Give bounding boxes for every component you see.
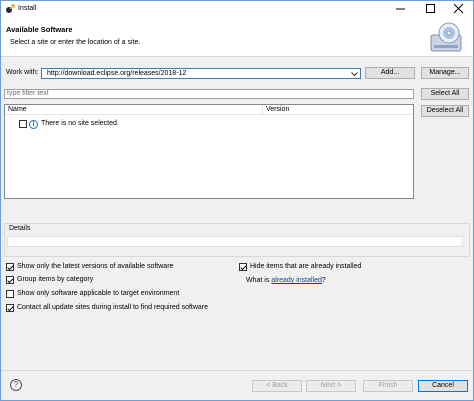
- deselect-all-button[interactable]: Deselect All: [421, 105, 469, 117]
- manage-button[interactable]: Manage...: [421, 67, 469, 79]
- what-is-suffix: ?: [321, 277, 326, 284]
- filter-placeholder: type filter text: [7, 90, 49, 97]
- hide-installed-checkbox[interactable]: [239, 263, 247, 271]
- cd-install-icon: [430, 22, 462, 52]
- minimize-button[interactable]: [387, 1, 415, 17]
- header-banner: Available Software Select a site or ente…: [1, 17, 473, 57]
- column-header-name[interactable]: Name: [5, 105, 263, 115]
- info-icon: i: [29, 120, 38, 129]
- contact-sites-label: Contact all update sites during install …: [17, 304, 209, 311]
- what-is-prefix: What is: [246, 277, 272, 284]
- finish-button[interactable]: Finish: [363, 380, 413, 392]
- row-checkbox[interactable]: [19, 120, 27, 128]
- back-button[interactable]: < Back: [252, 380, 302, 392]
- minimize-icon: [396, 8, 405, 10]
- latest-versions-label: Show only the latest versions of availab…: [17, 263, 174, 270]
- latest-versions-checkbox[interactable]: [6, 263, 14, 271]
- hide-installed-label: Hide items that are already installed: [250, 263, 362, 270]
- cancel-button[interactable]: Cancel: [418, 380, 468, 392]
- eclipse-install-icon: [6, 4, 15, 13]
- details-text-area[interactable]: [7, 236, 465, 247]
- next-button[interactable]: Next >: [306, 380, 356, 392]
- work-with-value: http://download.eclipse.org/releases/201…: [47, 70, 187, 77]
- footer-divider: [1, 370, 473, 371]
- group-by-category-label: Group items by category: [17, 276, 94, 283]
- chevron-down-icon: [351, 72, 358, 77]
- page-title: Available Software: [6, 25, 73, 34]
- column-header-version[interactable]: Version: [263, 105, 413, 115]
- contact-sites-checkbox[interactable]: [6, 304, 14, 312]
- page-subtitle: Select a site or enter the location of a…: [10, 39, 141, 46]
- help-icon[interactable]: ?: [10, 379, 22, 391]
- install-window: Install Available Software Select a site…: [0, 0, 474, 401]
- maximize-icon: [426, 4, 435, 13]
- target-env-checkbox[interactable]: [6, 290, 14, 298]
- work-with-combo[interactable]: http://download.eclipse.org/releases/201…: [41, 68, 361, 79]
- close-icon: [454, 4, 464, 14]
- select-all-button[interactable]: Select All: [421, 88, 469, 100]
- what-is-installed-text: What is already installed?: [246, 277, 326, 284]
- already-installed-link[interactable]: already installed: [271, 277, 322, 284]
- row-name: There is no site selected.: [41, 120, 119, 127]
- details-scrollbar[interactable]: [461, 237, 467, 246]
- filter-input[interactable]: type filter text: [4, 89, 414, 99]
- details-group: Details: [4, 223, 470, 257]
- work-with-label: Work with:: [6, 69, 39, 76]
- target-env-label: Show only software applicable to target …: [17, 290, 180, 297]
- title-bar: Install: [1, 1, 473, 17]
- add-button[interactable]: Add...: [365, 67, 415, 79]
- close-button[interactable]: [445, 1, 473, 17]
- work-with-label-text: Work with:: [6, 69, 39, 76]
- software-tree-table[interactable]: Name Version i There is no site selected…: [4, 104, 414, 199]
- window-title: Install: [18, 5, 37, 12]
- maximize-button[interactable]: [417, 1, 445, 17]
- group-by-category-checkbox[interactable]: [6, 276, 14, 284]
- details-label: Details: [9, 225, 31, 232]
